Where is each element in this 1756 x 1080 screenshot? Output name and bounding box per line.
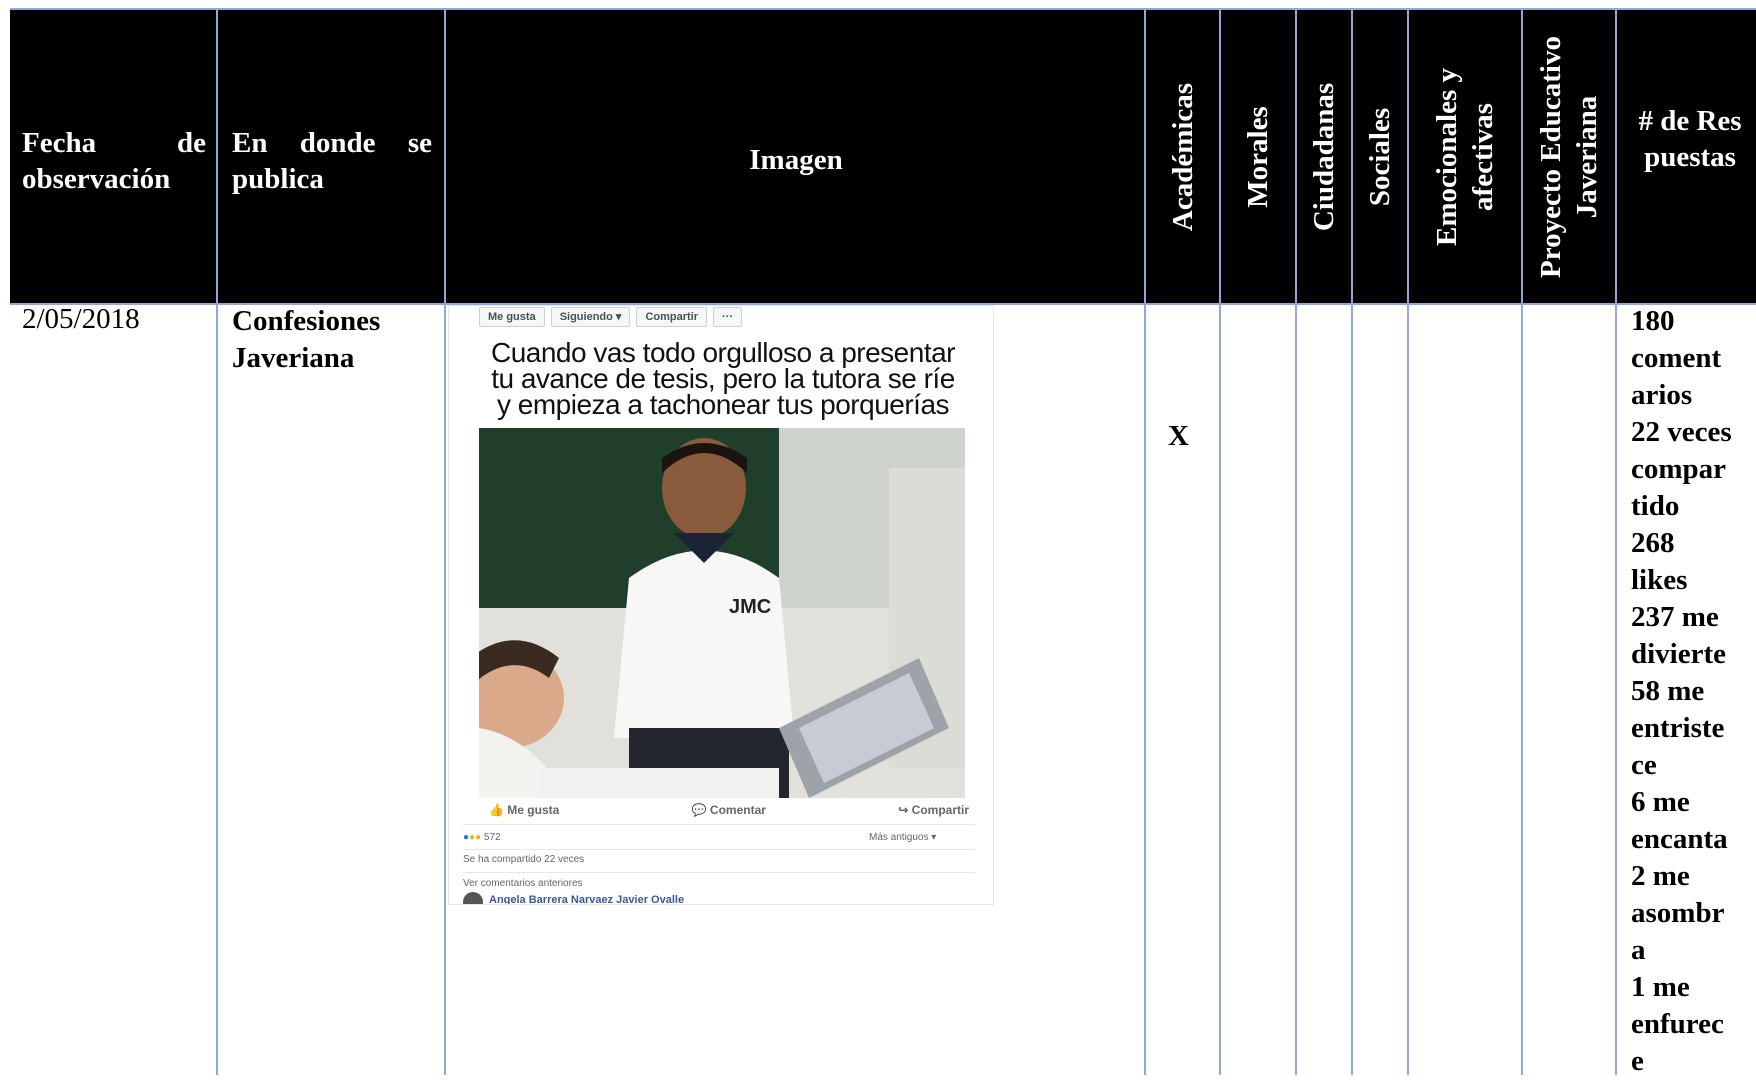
fb-following-button[interactable]: Siguiendo ▾	[550, 307, 631, 327]
cell-donde: Confesiones Javeriana	[218, 305, 446, 1075]
fb-shared-count[interactable]: Se ha compartido 22 veces	[463, 854, 584, 865]
fb-like-page-button[interactable]: Me gusta	[479, 307, 545, 327]
respuestas-line: 2 me	[1631, 860, 1690, 892]
header-sociales-label: Sociales	[1364, 107, 1396, 206]
respuestas-line: 268	[1631, 527, 1675, 559]
meme-card: Cuando vas todo orgulloso a presentar tu…	[479, 338, 965, 798]
cell-academicas: X	[1146, 305, 1221, 1075]
meme-photo-illustration: JMC	[479, 428, 965, 798]
meme-photo: JMC	[479, 428, 965, 798]
header-proyecto-line2: Javeriana	[1571, 95, 1603, 218]
thumbs-up-icon: 👍	[489, 803, 504, 817]
cell-ciudadanas	[1297, 305, 1353, 1075]
respuestas-line: 237 me	[1631, 601, 1719, 633]
header-imagen: Imagen	[446, 8, 1146, 303]
fb-divider	[463, 872, 975, 873]
header-donde-label: En donde se publica	[232, 127, 432, 195]
header-donde: En donde se publica	[218, 8, 446, 303]
meme-screenshot: Me gusta Siguiendo ▾ Compartir ··· Cuand…	[448, 305, 994, 905]
fb-divider	[463, 849, 975, 850]
header-respuestas: # de Respuestas	[1617, 8, 1756, 303]
header-morales: Morales	[1221, 8, 1297, 303]
respuestas-line: coment	[1631, 342, 1722, 374]
respuestas-line: 58 me	[1631, 675, 1705, 707]
respuestas-list: 180 coment arios 22 veces compar tido 268 likes…	[1631, 303, 1751, 1080]
header-fecha-label: Fecha de observación	[22, 127, 206, 195]
fb-like-action[interactable]: 👍 Me gusta	[489, 803, 559, 817]
fb-more-button[interactable]: ···	[713, 307, 742, 327]
header-emocionales-label: Emocionales y afectivas	[1429, 67, 1501, 245]
respuestas-line: e	[1631, 1045, 1644, 1077]
respuestas-line: compar	[1631, 453, 1727, 485]
respuestas-line: likes	[1631, 564, 1688, 596]
row-fecha: 2/05/2018	[22, 303, 140, 335]
fb-reactions[interactable]: ●●● 572	[463, 832, 501, 843]
respuestas-line: asombr	[1631, 897, 1725, 929]
commenter-name[interactable]: Angela Barrera Narvaez Javier Ovalle	[489, 894, 684, 904]
fb-page-toolbar: Me gusta Siguiendo ▾ Compartir ···	[479, 307, 742, 327]
comment-icon: 💬	[691, 803, 707, 817]
fb-share-page-button[interactable]: Compartir	[636, 307, 707, 327]
header-emocionales: Emocionales y afectivas	[1409, 8, 1523, 303]
header-proyecto: Proyecto Educativo Javeriana	[1523, 8, 1617, 303]
header-emocionales-line2: afectivas	[1467, 102, 1499, 211]
cell-fecha: 2/05/2018	[10, 303, 218, 1075]
cell-emocionales	[1409, 305, 1523, 1075]
respuestas-line: enfurec	[1631, 1008, 1724, 1040]
meme-caption: Cuando vas todo orgulloso a presentar tu…	[490, 337, 956, 420]
respuestas-line: entriste	[1631, 712, 1725, 744]
cell-respuestas: 180 coment arios 22 veces compar tido 268 likes…	[1617, 305, 1756, 1077]
reactions-count: 572	[483, 832, 501, 843]
cell-proyecto	[1523, 305, 1617, 1075]
respuestas-line: ce	[1631, 749, 1657, 781]
respuestas-line: 6 me	[1631, 786, 1690, 818]
header-proyecto-label: Proyecto Educativo Javeriana	[1533, 36, 1605, 278]
fb-comment-action[interactable]: 💬 Comentar	[692, 803, 766, 817]
respuestas-line: 180	[1631, 305, 1675, 337]
respuestas-line: encanta	[1631, 823, 1728, 855]
header-academicas: Académicas	[1146, 8, 1221, 303]
respuestas-line: arios	[1631, 379, 1693, 411]
header-respuestas-label: # de Respuestas	[1638, 105, 1742, 173]
header-proyecto-line1: Proyecto Educativo	[1535, 35, 1567, 278]
row-donde: Confesiones Javeriana	[232, 305, 381, 374]
academicas-mark: X	[1168, 420, 1189, 452]
respuestas-line: 22 veces	[1631, 416, 1732, 448]
respuestas-line: tido	[1631, 490, 1680, 522]
respuestas-line: divierte	[1631, 638, 1727, 670]
cell-morales	[1221, 305, 1297, 1075]
sad-icon: ●	[475, 832, 482, 843]
header-emocionales-line1: Emocionales y	[1431, 67, 1463, 246]
header-ciudadanas-label: Ciudadanas	[1308, 82, 1340, 231]
fb-share-action[interactable]: ↪ Compartir	[898, 803, 969, 817]
header-sociales: Sociales	[1353, 8, 1409, 303]
fb-commenter: Angela Barrera Narvaez Javier Ovalle	[489, 894, 684, 904]
respuestas-line: a	[1631, 934, 1646, 966]
fb-post-actions: 👍 Me gusta 💬 Comentar ↪ Compartir	[489, 803, 969, 817]
fb-prev-comments[interactable]: Ver comentarios anteriores	[463, 878, 583, 889]
respuestas-line: 1 me	[1631, 971, 1690, 1003]
header-ciudadanas: Ciudadanas	[1297, 8, 1353, 303]
header-academicas-label: Académicas	[1166, 82, 1199, 231]
cell-sociales	[1353, 305, 1409, 1075]
share-icon: ↪	[898, 803, 909, 817]
header-imagen-label: Imagen	[749, 144, 843, 176]
fb-sort[interactable]: Más antiguos ▾	[869, 832, 936, 843]
shirt-logo: JMC	[729, 596, 771, 618]
fb-divider	[463, 824, 975, 825]
commenter-avatar	[463, 892, 483, 904]
header-fecha: Fecha de observación	[10, 8, 218, 303]
header-morales-label: Morales	[1242, 105, 1274, 208]
